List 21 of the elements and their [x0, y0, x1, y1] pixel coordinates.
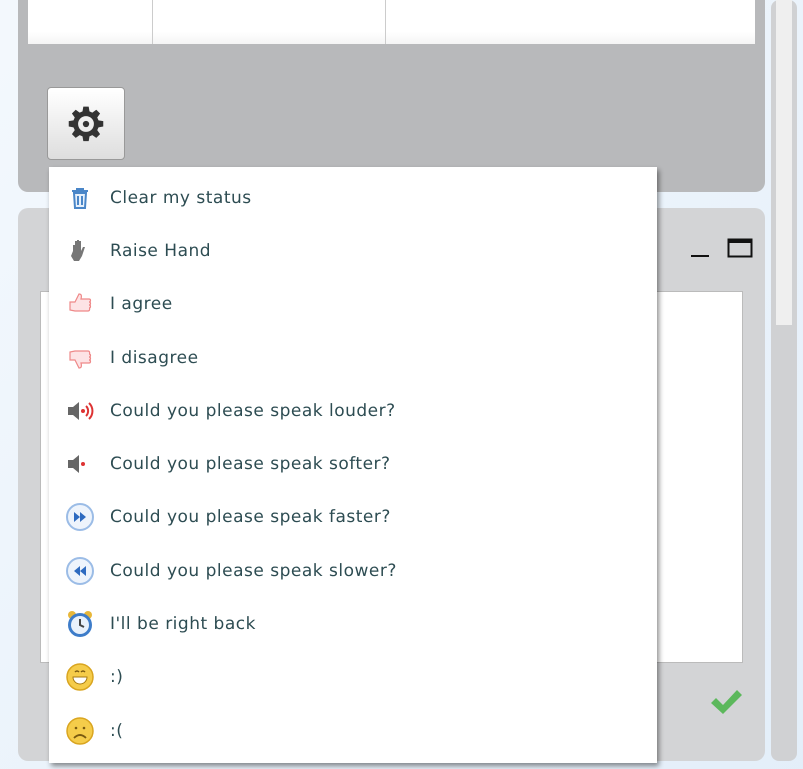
minimize-icon[interactable] — [691, 254, 709, 258]
menu-item[interactable]: I agree — [49, 278, 657, 331]
maximize-icon[interactable] — [727, 238, 753, 258]
menu-item[interactable]: Clear my status — [49, 171, 657, 224]
frown-icon — [64, 714, 96, 747]
menu-item[interactable]: Could you please speak slower? — [49, 544, 657, 598]
rewind-icon — [64, 554, 96, 587]
menu-item[interactable]: :( — [49, 704, 657, 758]
menu-item[interactable]: I disagree — [49, 330, 657, 384]
fast-forward-icon — [64, 501, 96, 534]
checkmark-icon[interactable] — [709, 687, 743, 717]
smile-icon — [64, 661, 96, 694]
menu-item[interactable]: Could you please speak louder? — [49, 384, 657, 438]
menu-item[interactable]: Raise Hand — [49, 224, 657, 278]
menu-item[interactable]: Could you please speak softer? — [49, 437, 657, 491]
menu-item[interactable]: :) — [49, 650, 657, 704]
settings-button[interactable] — [47, 87, 125, 160]
settings-icon — [67, 104, 105, 142]
scrollbar[interactable] — [771, 0, 797, 761]
menu-item[interactable]: I'll be right back — [49, 597, 657, 651]
menu-item[interactable]: Could you please speak faster? — [49, 490, 657, 544]
